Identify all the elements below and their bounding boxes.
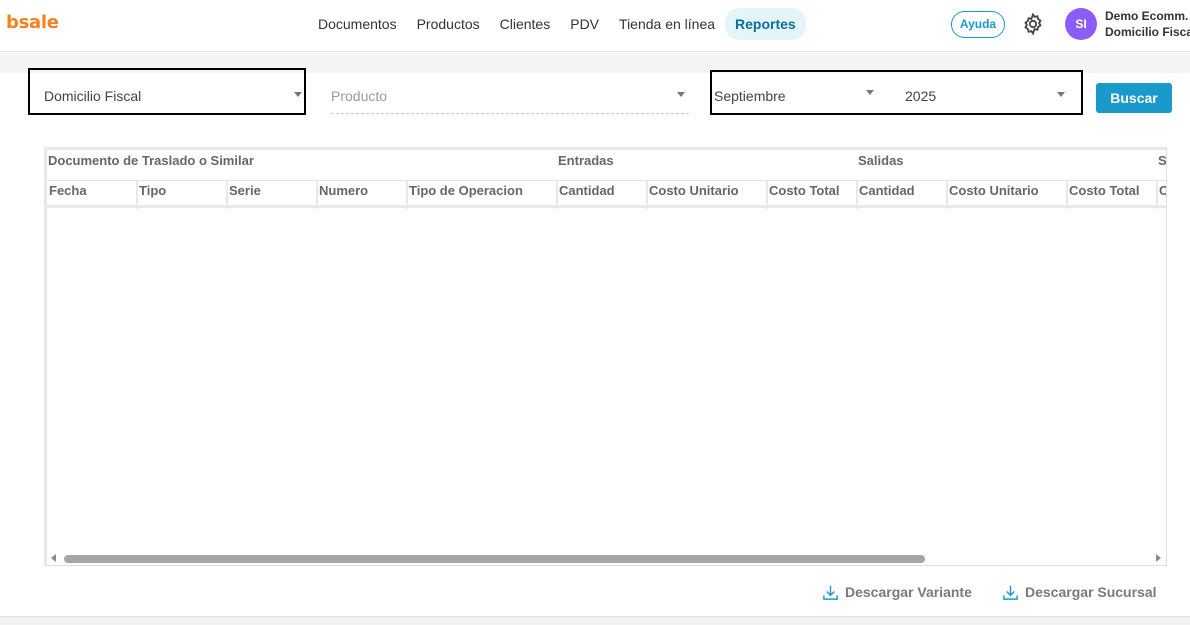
column-serie[interactable]: Serie: [228, 181, 318, 209]
avatar[interactable]: SI: [1065, 8, 1097, 40]
column-tipo-operacion[interactable]: Tipo de Operacion: [408, 181, 558, 209]
nav-item-reportes[interactable]: Reportes: [725, 8, 806, 40]
column-salidas-costo-unitario[interactable]: Costo Unitario: [948, 181, 1068, 209]
download-icon: [823, 585, 838, 600]
nav-item-clientes[interactable]: Clientes: [490, 8, 561, 40]
table-group-header: Documento de Traslado o Similar Entradas…: [47, 150, 1167, 180]
column-salidas-cantidad[interactable]: Cantidad: [858, 181, 948, 209]
nav-item-pdv[interactable]: PDV: [560, 8, 609, 40]
gear-icon[interactable]: [1021, 12, 1045, 36]
download-icon: [1003, 585, 1018, 600]
group-documento: Documento de Traslado o Similar: [48, 153, 254, 168]
column-fecha[interactable]: Fecha: [48, 181, 138, 209]
scrollbar-thumb[interactable]: [64, 555, 925, 563]
column-saldo-cantidad[interactable]: C: [1158, 181, 1166, 209]
nav-item-productos[interactable]: Productos: [407, 8, 490, 40]
download-branch-label: Descargar Sucursal: [1025, 584, 1157, 600]
scroll-right-icon[interactable]: [1156, 554, 1161, 562]
horizontal-scrollbar[interactable]: [47, 550, 1166, 565]
top-navbar: bsale Documentos Productos Clientes PDV …: [0, 0, 1190, 52]
main-nav: Documentos Productos Clientes PDV Tienda…: [308, 8, 806, 40]
page-bottom-border: [0, 616, 1190, 625]
user-name: Demo Ecomm.: [1105, 9, 1189, 23]
nav-item-tienda-en-linea[interactable]: Tienda en línea: [609, 8, 725, 40]
kardex-table: Documento de Traslado o Similar Entradas…: [44, 147, 1167, 566]
group-salidas: Salidas: [858, 153, 904, 168]
table-column-header: Fecha Tipo Serie Numero Tipo de Operacio…: [47, 180, 1166, 209]
download-variant-button[interactable]: Descargar Variante: [822, 582, 972, 602]
highlight-box-period: [710, 70, 1083, 115]
product-select[interactable]: Producto: [331, 70, 689, 114]
product-select-placeholder: Producto: [331, 88, 388, 104]
column-salidas-costo-total[interactable]: Costo Total: [1068, 181, 1158, 209]
bsale-logo[interactable]: bsale: [6, 12, 59, 33]
help-button[interactable]: Ayuda: [951, 11, 1005, 38]
user-info[interactable]: Demo Ecomm. Domicilio Fiscal: [1105, 8, 1190, 40]
group-saldo: S: [1158, 153, 1167, 168]
column-entradas-costo-total[interactable]: Costo Total: [768, 181, 858, 209]
column-entradas-cantidad[interactable]: Cantidad: [558, 181, 648, 209]
chevron-down-icon: [677, 92, 685, 97]
download-branch-button[interactable]: Descargar Sucursal: [1002, 582, 1157, 602]
group-entradas: Entradas: [558, 153, 614, 168]
column-numero[interactable]: Numero: [318, 181, 408, 209]
column-tipo[interactable]: Tipo: [138, 181, 228, 209]
column-entradas-costo-unitario[interactable]: Costo Unitario: [648, 181, 768, 209]
scroll-left-icon[interactable]: [51, 554, 56, 562]
search-button[interactable]: Buscar: [1096, 83, 1172, 113]
download-variant-label: Descargar Variante: [845, 584, 972, 600]
user-branch: Domicilio Fiscal: [1105, 25, 1190, 39]
nav-item-documentos[interactable]: Documentos: [308, 8, 407, 40]
highlight-box-branch: [28, 68, 306, 115]
